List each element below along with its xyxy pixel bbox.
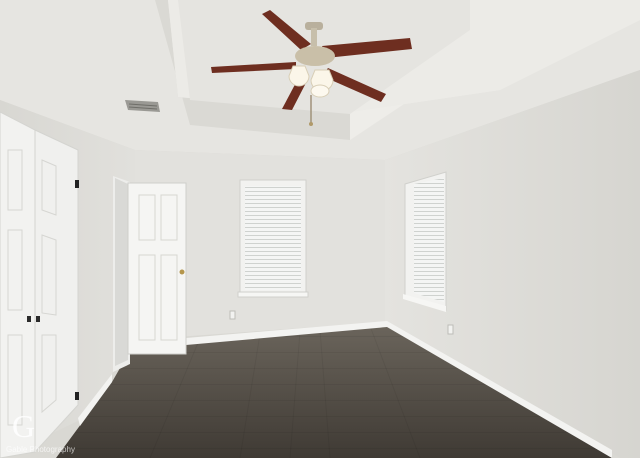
back-window[interactable] — [237, 179, 309, 298]
photo-watermark: G Gable Photography — [6, 406, 146, 456]
hallway-door[interactable] — [113, 176, 187, 372]
closet-knob — [27, 316, 31, 322]
bedroom-photo: G Gable Photography — [0, 0, 640, 458]
door-knob — [179, 269, 185, 275]
watermark-caption: Gable Photography — [6, 445, 75, 454]
closet-knob — [36, 316, 40, 322]
wall-outlet — [229, 310, 236, 320]
wall-outlet — [447, 324, 454, 335]
room-illustration — [0, 0, 640, 458]
side-window[interactable] — [403, 171, 447, 312]
watermark-logo: G — [12, 408, 36, 444]
